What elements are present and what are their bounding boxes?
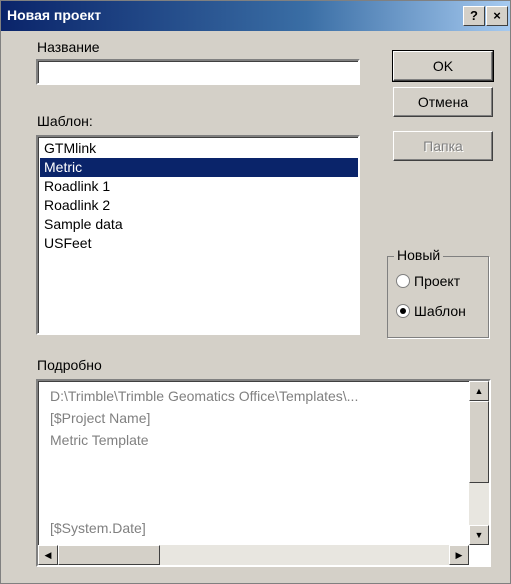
details-box[interactable]: D:\Trimble\Trimble Geomatics Office\Temp…: [36, 379, 491, 567]
template-label: Шаблон:: [37, 113, 93, 129]
scroll-right-arrow-icon[interactable]: ▶: [449, 545, 469, 565]
horizontal-scroll-thumb[interactable]: [58, 545, 160, 565]
folder-button[interactable]: Папка: [393, 131, 493, 161]
new-type-group: Новый Проект Шаблон: [387, 247, 489, 338]
radio-template[interactable]: Шаблон: [396, 301, 466, 321]
template-item[interactable]: GTMlink: [40, 139, 358, 158]
vertical-scroll-thumb[interactable]: [469, 401, 489, 483]
template-item-selected[interactable]: Metric: [40, 158, 358, 177]
template-list[interactable]: GTMlink Metric Roadlink 1 Roadlink 2 Sam…: [36, 135, 360, 335]
ok-button-label: OK: [432, 58, 454, 74]
close-button[interactable]: ×: [486, 6, 508, 26]
details-line: [$Project Name]: [50, 410, 151, 426]
template-item[interactable]: Sample data: [40, 215, 358, 234]
scroll-down-arrow-icon[interactable]: ▼: [469, 525, 489, 545]
scroll-left-arrow-icon[interactable]: ◀: [38, 545, 58, 565]
title-bar[interactable]: Новая проект ? ×: [1, 1, 510, 31]
vertical-scrollbar[interactable]: ▲ ▼: [469, 381, 489, 545]
name-input[interactable]: [36, 59, 360, 85]
horizontal-scrollbar[interactable]: ◀ ▶: [38, 545, 469, 565]
cancel-button[interactable]: Отмена: [393, 87, 493, 117]
details-line: [38, 473, 489, 495]
radio-selected-icon: [396, 304, 410, 319]
name-label: Название: [37, 39, 100, 55]
details-line: [38, 451, 489, 473]
ok-button[interactable]: OK: [392, 50, 494, 82]
template-item[interactable]: Roadlink 1: [40, 177, 358, 196]
folder-button-label: Папка: [423, 138, 463, 154]
radio-icon: [396, 274, 410, 289]
dialog-window: Новая проект ? × Название Шаблон: GTMlin…: [0, 0, 511, 584]
radio-project-label: Проект: [414, 273, 461, 289]
details-line: [38, 495, 489, 517]
details-line: Metric Template: [50, 432, 149, 448]
details-label: Подробно: [37, 357, 102, 373]
template-item[interactable]: Roadlink 2: [40, 196, 358, 215]
radio-template-label: Шаблон: [414, 303, 466, 319]
radio-project[interactable]: Проект: [396, 271, 460, 291]
help-button[interactable]: ?: [463, 6, 485, 26]
details-line: D:\Trimble\Trimble Geomatics Office\Temp…: [50, 388, 359, 404]
window-title: Новая проект: [7, 7, 102, 23]
scroll-up-arrow-icon[interactable]: ▲: [469, 381, 489, 401]
template-item[interactable]: USFeet: [40, 234, 358, 253]
new-type-legend: Новый: [394, 247, 444, 263]
cancel-button-label: Отмена: [417, 94, 469, 110]
details-line: [$System.Date]: [50, 520, 146, 536]
